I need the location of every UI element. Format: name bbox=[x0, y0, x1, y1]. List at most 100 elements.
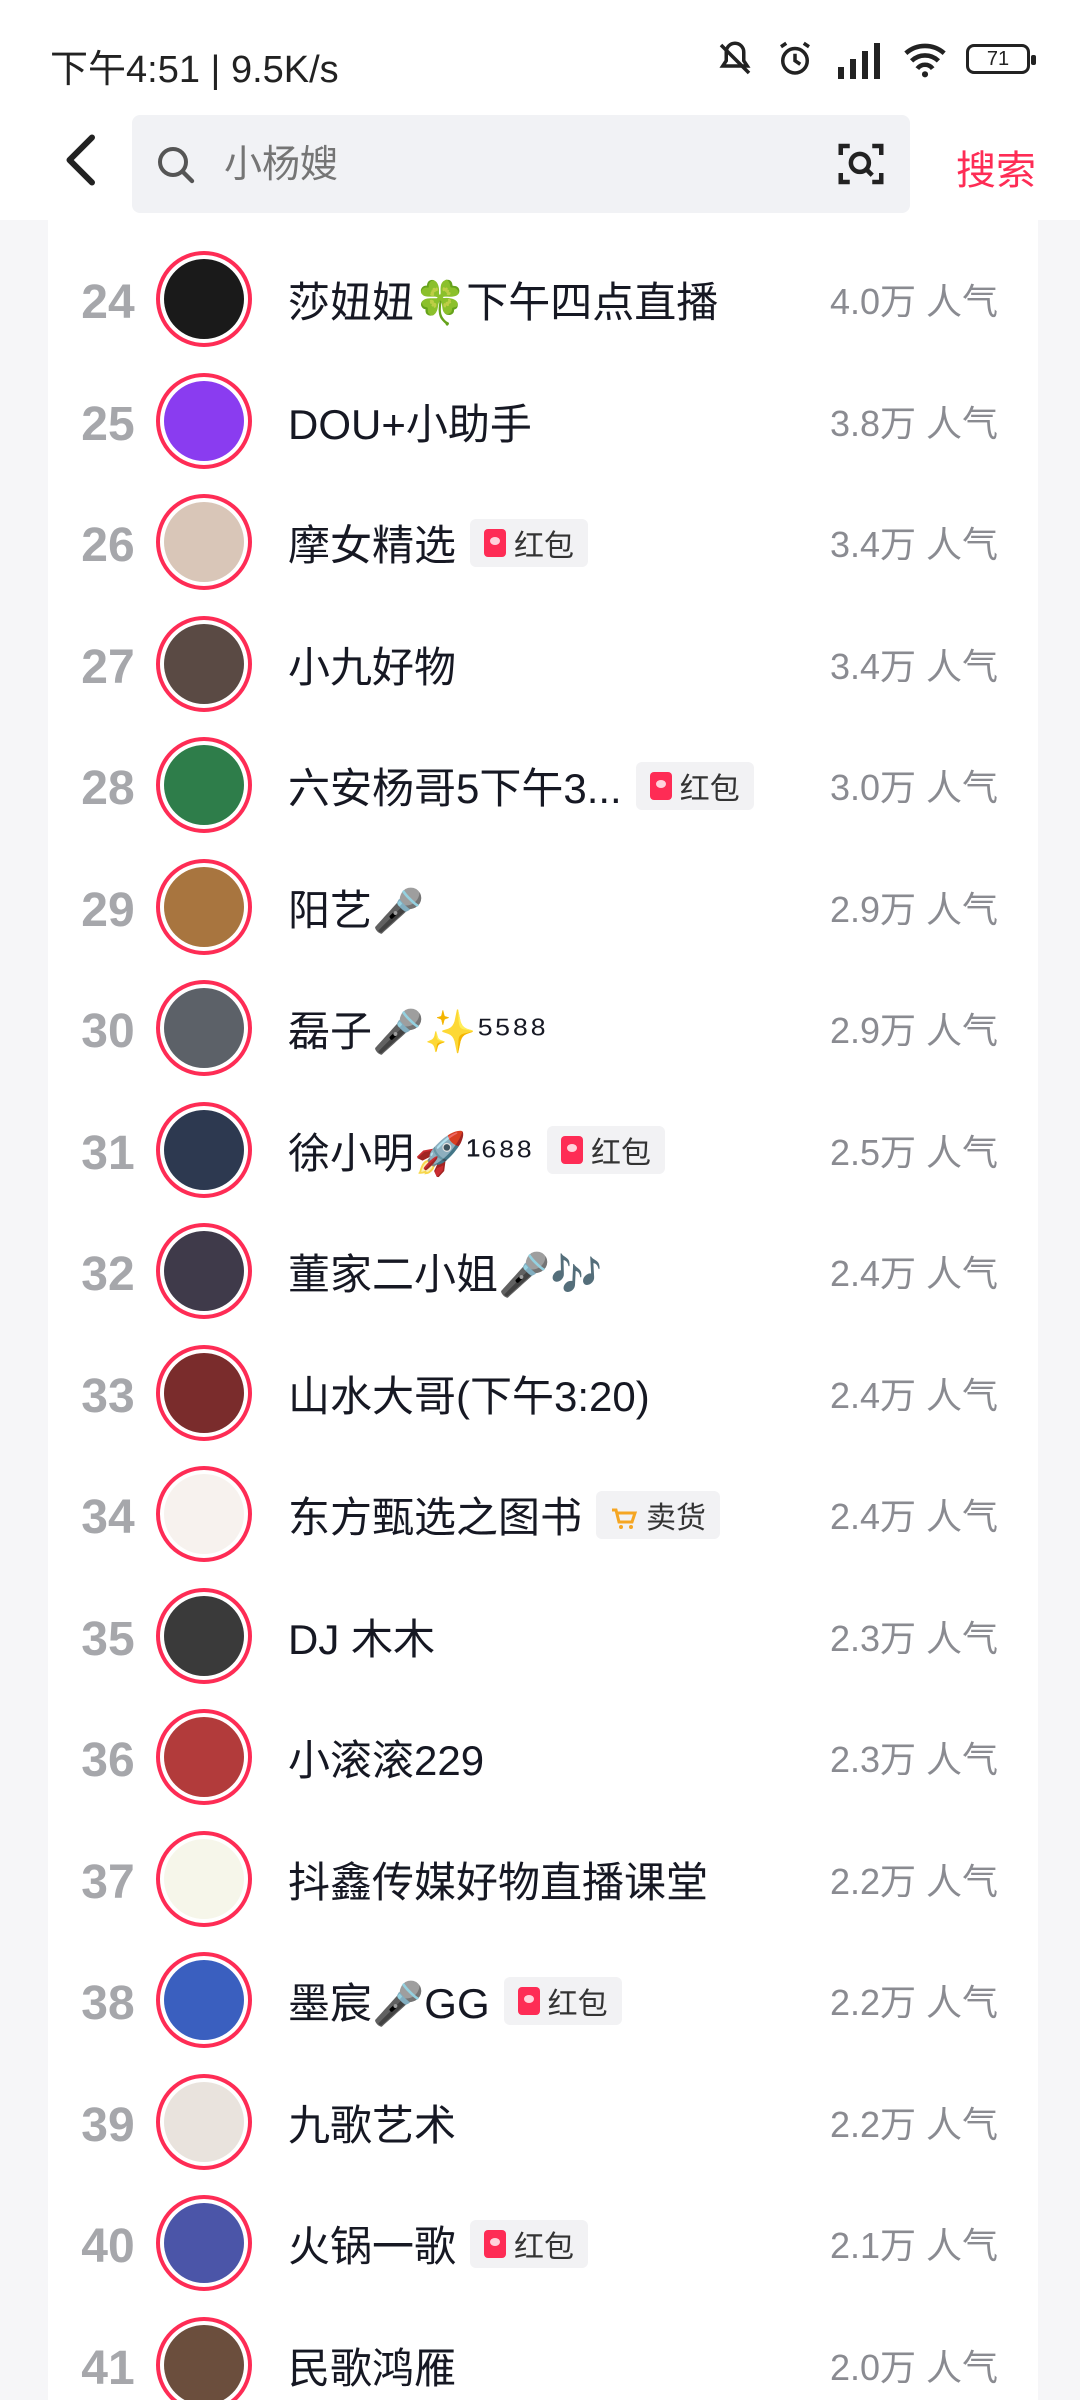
list-item-name-row: 抖鑫传媒好物直播课堂 bbox=[288, 1849, 708, 1910]
badge-label: 红包 bbox=[591, 1137, 652, 1170]
redpacket-badge: 红包 bbox=[547, 1126, 666, 1174]
avatar[interactable] bbox=[156, 372, 252, 469]
list-item[interactable]: 35 DJ 木木 2.3万 人气 bbox=[48, 1576, 1038, 1696]
list-item[interactable]: 29 阳艺🎤 2.9万 人气 bbox=[48, 847, 1038, 967]
redpacket-badge: 红包 bbox=[635, 761, 754, 810]
list-item[interactable]: 25 DOU+小助手 3.8万 人气 bbox=[48, 361, 1038, 481]
avatar[interactable] bbox=[156, 1830, 252, 1927]
popularity-count: 3.4万 人气 bbox=[829, 524, 998, 565]
avatar-image bbox=[164, 2324, 244, 2400]
redpacket-badge: 红包 bbox=[503, 1976, 622, 2025]
avatar[interactable] bbox=[156, 1952, 252, 2048]
list-item[interactable]: 41 民歌鸿雁 2.0万 人气 bbox=[48, 2305, 1038, 2400]
badge-label: 红包 bbox=[514, 2230, 575, 2264]
avatar[interactable] bbox=[156, 2316, 252, 2400]
rank-number: 36 bbox=[81, 1734, 135, 1787]
list-item-name-row: 徐小明🚀¹⁶⁸⁸ 红包 bbox=[288, 1120, 666, 1181]
avatar[interactable] bbox=[156, 980, 252, 1076]
battery-level: 71 bbox=[986, 47, 1010, 70]
list-item-name-row: DOU+小助手 bbox=[288, 391, 532, 452]
avatar[interactable] bbox=[156, 615, 252, 712]
popularity-count: 3.0万 人气 bbox=[829, 767, 998, 808]
list-item[interactable]: 40 火锅一歌 红包 2.1万 人气 bbox=[48, 2183, 1038, 2303]
list-item-name-row: 董家二小姐🎤🎶 bbox=[288, 1241, 603, 1302]
badge-label: 红包 bbox=[514, 529, 575, 563]
rank-number: 37 bbox=[81, 1855, 135, 1909]
avatar[interactable] bbox=[156, 251, 252, 347]
list-item-name-row: 山水大哥(下午3:20) bbox=[288, 1363, 650, 1424]
streamer-name: 小滚滚229 bbox=[288, 1737, 485, 1784]
popularity-count: 2.9万 人气 bbox=[829, 888, 998, 930]
list-item-name-row: 摩女精选 红包 bbox=[288, 512, 589, 573]
redpacket-badge: 红包 bbox=[470, 518, 589, 567]
list-item-name-row: DJ 木木 bbox=[288, 1606, 435, 1667]
status-bar: 下午4:51 | 9.5K/s 71 bbox=[0, 0, 1080, 110]
popularity-count: 3.8万 人气 bbox=[829, 402, 998, 444]
avatar[interactable] bbox=[156, 1466, 252, 1562]
streamer-name: DJ 木木 bbox=[288, 1615, 436, 1663]
avatar-image bbox=[164, 1960, 244, 2040]
avatar-image bbox=[164, 1231, 244, 1311]
avatar[interactable] bbox=[156, 494, 252, 590]
list-item[interactable]: 27 小九好物 3.4万 人气 bbox=[48, 604, 1038, 724]
list-item[interactable]: 39 九歌艺术 2.2万 人气 bbox=[48, 2062, 1038, 2182]
ranking-list: 24 莎妞妞🍀下午四点直播 4.0万 人气 25 DOU+小助手 3.8万 人气 26 摩女精… bbox=[48, 220, 1038, 2400]
streamer-name: 九歌艺术 bbox=[288, 2101, 457, 2149]
avatar[interactable] bbox=[156, 1223, 252, 1319]
list-item-name-row: 九歌艺术 bbox=[288, 2092, 456, 2153]
avatar[interactable] bbox=[156, 2073, 252, 2170]
search-input[interactable] bbox=[222, 115, 786, 215]
list-item[interactable]: 37 抖鑫传媒好物直播课堂 2.2万 人气 bbox=[48, 1819, 1038, 1939]
streamer-name: 董家二小姐🎤🎶 bbox=[288, 1251, 603, 1298]
rank-number: 26 bbox=[81, 519, 135, 572]
rank-number: 29 bbox=[81, 883, 135, 937]
popularity-count: 2.5万 人气 bbox=[829, 1131, 998, 1173]
list-item[interactable]: 30 磊子🎤✨⁵⁵⁸⁸ 2.9万 人气 bbox=[48, 968, 1038, 1088]
avatar[interactable] bbox=[156, 858, 252, 955]
avatar-image bbox=[164, 1352, 244, 1433]
image-search-icon[interactable] bbox=[834, 137, 888, 191]
avatar[interactable] bbox=[156, 2195, 252, 2291]
rank-number: 24 bbox=[81, 276, 135, 329]
avatar-image bbox=[164, 988, 244, 1068]
rank-number: 35 bbox=[81, 1612, 135, 1666]
rank-number: 30 bbox=[81, 1005, 135, 1058]
avatar[interactable] bbox=[156, 737, 252, 833]
avatar[interactable] bbox=[156, 1709, 252, 1805]
list-item[interactable]: 33 山水大哥(下午3:20) 2.4万 人气 bbox=[48, 1333, 1038, 1453]
avatar-image bbox=[164, 2081, 244, 2162]
rank-number: 39 bbox=[81, 2098, 135, 2152]
badge-label: 红包 bbox=[547, 1987, 608, 2021]
list-item-name-row: 火锅一歌 红包 bbox=[288, 2213, 589, 2274]
streamer-name: 火锅一歌 bbox=[288, 2223, 457, 2270]
list-item[interactable]: 28 六安杨哥5下午3... 红包 3.0万 人气 bbox=[48, 725, 1038, 845]
popularity-count: 2.2万 人气 bbox=[829, 1982, 998, 2023]
avatar-image bbox=[164, 745, 244, 825]
search-button[interactable]: 搜索 bbox=[956, 138, 1036, 196]
search-box[interactable] bbox=[132, 115, 910, 215]
rank-number: 31 bbox=[81, 1126, 135, 1180]
list-item[interactable]: 24 莎妞妞🍀下午四点直播 4.0万 人气 bbox=[48, 239, 1038, 359]
avatar[interactable] bbox=[156, 1101, 252, 1198]
rank-number: 28 bbox=[81, 762, 135, 815]
avatar-image bbox=[164, 623, 244, 704]
avatar[interactable] bbox=[156, 1344, 252, 1441]
rank-number: 25 bbox=[81, 397, 135, 451]
back-arrow-icon[interactable] bbox=[52, 130, 112, 190]
list-item[interactable]: 38 墨宸🎤GG 红包 2.2万 人气 bbox=[48, 1940, 1038, 2060]
list-item-name-row: 墨宸🎤GG 红包 bbox=[288, 1970, 622, 2031]
badge-label: 卖货 bbox=[646, 1501, 707, 1535]
list-item[interactable]: 26 摩女精选 红包 3.4万 人气 bbox=[48, 482, 1038, 602]
avatar[interactable] bbox=[156, 1587, 252, 1684]
list-item[interactable]: 31 徐小明🚀¹⁶⁸⁸ 红包 2.5万 人气 bbox=[48, 1090, 1038, 1210]
popularity-count: 2.9万 人气 bbox=[829, 1010, 998, 1051]
popularity-count: 4.0万 人气 bbox=[829, 281, 998, 322]
list-item[interactable]: 34 东方甄选之图书 卖货 2.4万 人气 bbox=[48, 1454, 1038, 1574]
red-envelope-icon bbox=[517, 1986, 540, 2015]
popularity-count: 2.2万 人气 bbox=[829, 1860, 998, 1902]
list-item[interactable]: 36 小滚滚229 2.3万 人气 bbox=[48, 1697, 1038, 1817]
rank-number: 40 bbox=[81, 2220, 135, 2273]
list-item-name-row: 阳艺🎤 bbox=[288, 877, 424, 938]
avatar-image bbox=[164, 1595, 244, 1676]
list-item[interactable]: 32 董家二小姐🎤🎶 2.4万 人气 bbox=[48, 1211, 1038, 1331]
